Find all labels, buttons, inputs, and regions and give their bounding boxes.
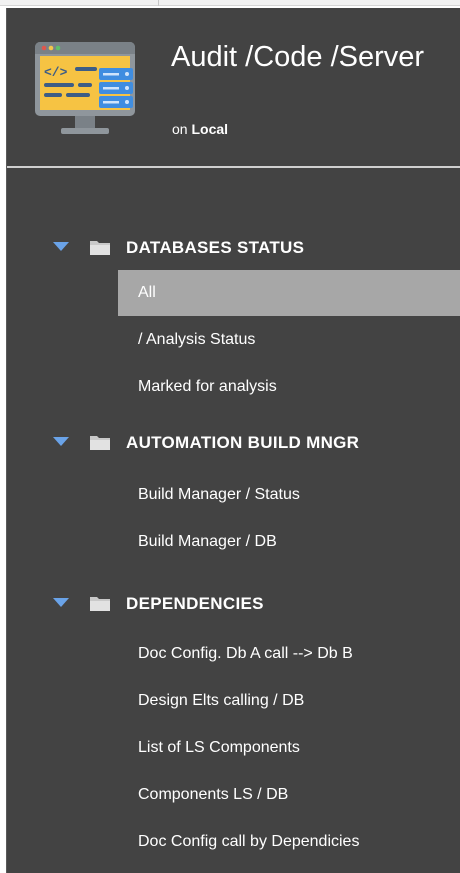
nav-item-label: Marked for analysis [138, 378, 277, 395]
header-divider [7, 166, 460, 168]
section-label: AUTOMATION BUILD MNGR [126, 433, 360, 452]
top-border-tick [158, 0, 159, 6]
server-prefix: on [172, 121, 188, 137]
nav-item-label: Design Elts calling / DB [138, 692, 305, 709]
nav-item-design-elts-calling[interactable]: Design Elts calling / DB [118, 678, 460, 724]
nav-item-analysis-status[interactable]: / Analysis Status [118, 317, 460, 363]
folder-icon [90, 241, 110, 255]
code-server-monitor-icon: </> [35, 42, 135, 134]
section-databases-status[interactable]: DATABASES STATUS [7, 228, 460, 268]
nav-item-components-ls-db[interactable]: Components LS / DB [118, 772, 460, 818]
nav-item-build-manager-db[interactable]: Build Manager / DB [118, 519, 460, 565]
section-automation-build-mngr[interactable]: AUTOMATION BUILD MNGR [7, 423, 460, 463]
expand-caret-icon[interactable] [53, 242, 69, 251]
nav-item-label: Components LS / DB [138, 786, 289, 803]
app-title: Audit /Code /Server [171, 41, 425, 73]
nav-item-label: All [138, 284, 156, 301]
nav-item-all[interactable]: All [118, 270, 460, 316]
nav-item-label: List of LS Components [138, 739, 300, 756]
nav-item-marked-for-analysis[interactable]: Marked for analysis [118, 364, 460, 410]
navigation-panel: </> Audit /Code /Server on Local DATABAS… [6, 8, 460, 873]
app-header: </> Audit /Code /Server on Local [7, 8, 460, 168]
svg-text:</>: </> [44, 65, 68, 80]
section-label: DEPENDENCIES [126, 594, 264, 613]
nav-item-label: / Analysis Status [138, 331, 256, 348]
nav-item-label: Doc Config. Db A call --> Db B [138, 645, 353, 662]
expand-caret-icon[interactable] [53, 598, 69, 607]
app-window: </> Audit /Code /Server on Local DATABAS… [0, 0, 460, 873]
server-name: Local [191, 121, 229, 137]
section-label: DATABASES STATUS [126, 238, 305, 257]
expand-caret-icon[interactable] [53, 437, 69, 446]
server-subtitle: on Local [172, 120, 228, 138]
nav-item-label: Build Manager / Status [138, 486, 300, 503]
top-border [0, 0, 460, 6]
folder-icon [90, 597, 110, 611]
nav-item-doc-config-db-call[interactable]: Doc Config. Db A call --> Db B [118, 631, 460, 677]
nav-item-build-manager-status[interactable]: Build Manager / Status [118, 472, 460, 518]
nav-item-label: Build Manager / DB [138, 533, 277, 550]
nav-item-list-of-ls-components[interactable]: List of LS Components [118, 725, 460, 771]
nav-item-doc-config-call-by-dependencies[interactable]: Doc Config call by Dependicies [118, 819, 460, 865]
folder-icon [90, 436, 110, 450]
section-dependencies[interactable]: DEPENDENCIES [7, 584, 460, 624]
nav-item-label: Doc Config call by Dependicies [138, 833, 360, 850]
